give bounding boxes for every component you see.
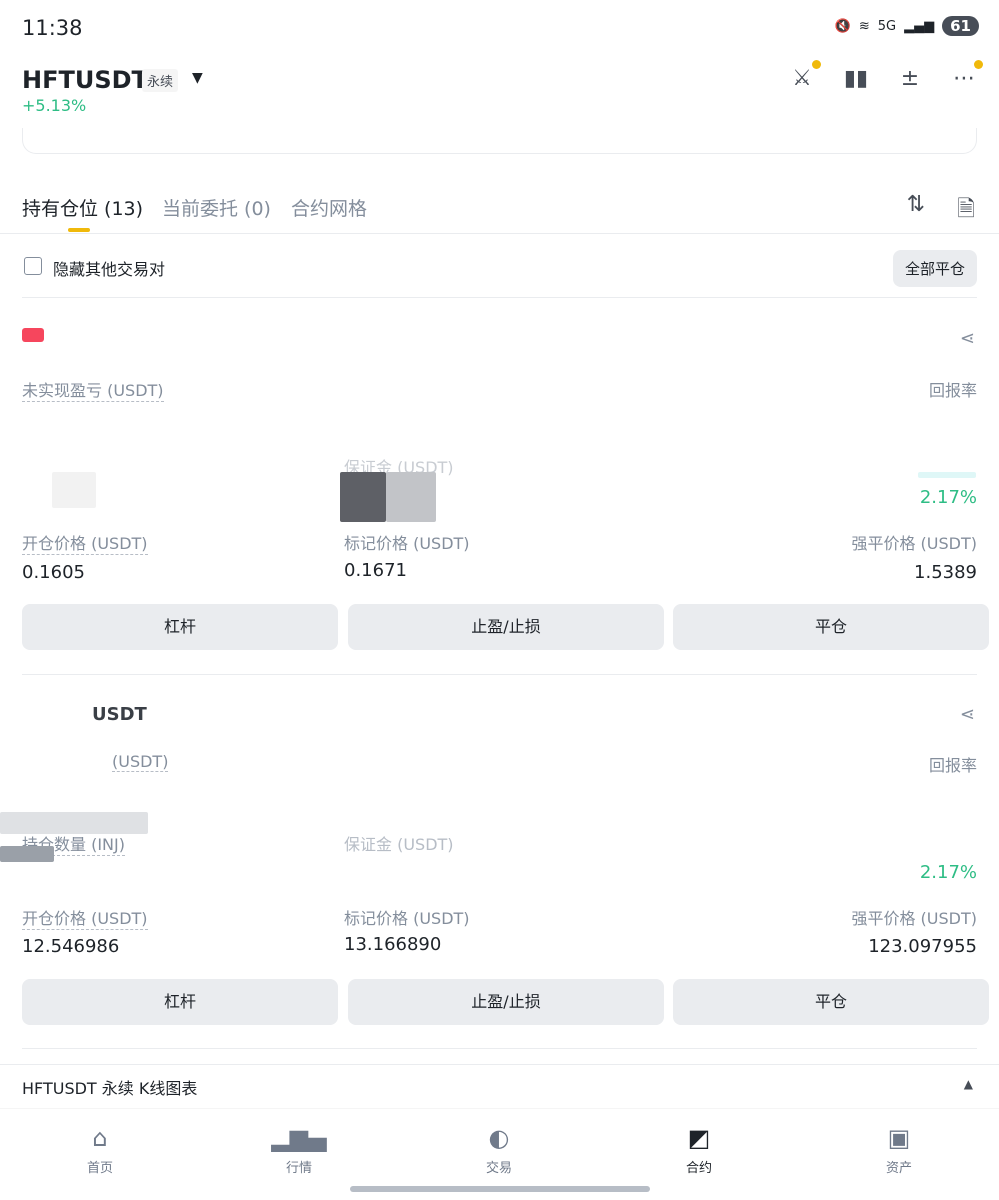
liq-price-value: 123.097955 <box>868 936 977 957</box>
nav-label: 合约 <box>685 1161 712 1176</box>
wallet-icon: ▣ <box>887 1124 911 1152</box>
unrealized-pnl-label[interactable]: 未实现盈亏 (USDT) <box>22 377 164 402</box>
mark-price-label: 标记价格 (USDT) <box>344 534 470 553</box>
tab-grid[interactable]: 合约网格 <box>291 194 367 221</box>
kline-chart-label: HFTUSDT 永续 K线图表 <box>22 1079 198 1098</box>
kline-chart-bar[interactable]: HFTUSDT 永续 K线图表 ▲ <box>0 1064 999 1108</box>
entry-price-label[interactable]: 开仓价格 (USDT) <box>22 905 148 930</box>
home-icon: ⌂ <box>92 1124 108 1152</box>
order-panel-edge <box>22 128 977 154</box>
close-position-button[interactable]: 平仓 <box>673 979 989 1025</box>
symbol-dropdown-icon[interactable]: ▼ <box>192 70 203 86</box>
position-symbol[interactable] <box>22 324 52 345</box>
divider <box>22 1048 977 1049</box>
nav-home[interactable]: ⌂ 首页 <box>50 1123 150 1176</box>
entry-price-value: 12.546986 <box>22 936 120 957</box>
notification-dot <box>812 60 821 69</box>
mark-price-value: 13.166890 <box>344 934 442 955</box>
home-indicator[interactable] <box>350 1186 650 1192</box>
candlestick-icon[interactable]: ▮▮ <box>843 66 869 92</box>
wifi-icon: ≋ <box>858 18 870 34</box>
redacted-value <box>0 846 54 862</box>
nav-trade[interactable]: ◐ 交易 <box>449 1123 549 1176</box>
liq-price-label: 强平价格 (USDT) <box>851 909 977 928</box>
more-icon[interactable]: ⋯ <box>951 60 983 92</box>
divider <box>22 297 977 298</box>
hide-other-pairs-checkbox[interactable] <box>24 257 42 275</box>
close-all-button[interactable]: 全部平仓 <box>892 250 977 287</box>
active-tab-indicator <box>68 228 90 232</box>
redacted-value <box>386 472 436 522</box>
futures-icon: ◩ <box>687 1124 711 1152</box>
plus-minus-icon[interactable]: ± <box>897 66 923 92</box>
nav-label: 交易 <box>485 1161 512 1176</box>
contract-type-badge: 永续 <box>142 69 179 92</box>
share-icon[interactable]: ⋖ <box>960 328 975 349</box>
tab-open-orders[interactable]: 当前委托 (0) <box>162 194 271 221</box>
redacted-value <box>340 472 386 522</box>
status-icons: 🔇 ≋ 5G ▂▄▆ 61 <box>835 16 979 36</box>
roe-value: 2.17% <box>919 487 977 508</box>
unrealized-pnl-label[interactable]: (USDT) <box>112 752 169 772</box>
roe-label: 回报率 <box>928 756 977 775</box>
trade-icon: ◐ <box>488 1124 510 1152</box>
nav-futures[interactable]: ◩ 合约 <box>649 1123 749 1176</box>
battery-indicator: 61 <box>942 16 979 36</box>
leverage-button[interactable]: 杠杆 <box>22 979 338 1025</box>
nav-label: 首页 <box>86 1161 113 1176</box>
network-label: 5G <box>877 18 897 34</box>
leverage-button[interactable]: 杠杆 <box>22 604 338 650</box>
crossed-swords-icon[interactable]: ⚔ <box>789 60 821 92</box>
signal-icon: ▂▄▆ <box>904 18 935 34</box>
redacted-value <box>52 472 96 508</box>
divider <box>22 674 977 675</box>
roe-value: 2.17% <box>919 862 977 883</box>
status-time: 11:38 <box>22 16 83 40</box>
tpsl-button[interactable]: 止盈/止损 <box>348 604 664 650</box>
header-actions: ⚔ ▮▮ ± ⋯ <box>789 60 983 92</box>
liq-price-value: 1.5389 <box>914 562 977 583</box>
history-icon[interactable]: 🗎 <box>957 192 975 230</box>
sort-icon[interactable]: ⇅ <box>907 192 925 217</box>
nav-label: 行情 <box>285 1161 312 1176</box>
notification-dot <box>974 60 983 69</box>
price-change: +5.13% <box>22 96 87 115</box>
filter-row: 隐藏其他交易对 全部平仓 <box>0 248 999 288</box>
chevron-up-icon[interactable]: ▲ <box>964 1077 973 1091</box>
nav-assets[interactable]: ▣ 资产 <box>849 1123 949 1176</box>
mark-price-label: 标记价格 (USDT) <box>344 909 470 928</box>
redacted-value <box>918 472 976 478</box>
nav-markets[interactable]: ▂▆▄ 行情 <box>249 1123 349 1176</box>
roe-label: 回报率 <box>928 381 977 400</box>
entry-price-value: 0.1605 <box>22 562 85 583</box>
liq-price-label: 强平价格 (USDT) <box>851 534 977 553</box>
mark-price-value: 0.1671 <box>344 560 407 581</box>
symbol-title[interactable]: HFTUSDT <box>22 66 148 94</box>
position-symbol[interactable]: USDT <box>92 704 147 725</box>
hide-other-pairs-label: 隐藏其他交易对 <box>53 260 166 279</box>
tpsl-button[interactable]: 止盈/止损 <box>348 979 664 1025</box>
tab-positions[interactable]: 持有仓位 (13) <box>22 194 143 221</box>
markets-icon: ▂▆▄ <box>271 1124 327 1152</box>
status-bar: 11:38 🔇 ≋ 5G ▂▄▆ 61 <box>0 0 999 58</box>
entry-price-label[interactable]: 开仓价格 (USDT) <box>22 530 148 555</box>
short-side-marker <box>22 328 44 342</box>
nav-label: 资产 <box>885 1161 912 1176</box>
header: HFTUSDT 永续 ▼ +5.13% ⚔ ▮▮ ± ⋯ <box>0 58 999 128</box>
position-tabs: 持有仓位 (13) 当前委托 (0) 合约网格 ⇅ 🗎 <box>0 184 999 234</box>
share-icon[interactable]: ⋖ <box>960 704 975 725</box>
mute-icon: 🔇 <box>834 18 851 34</box>
close-position-button[interactable]: 平仓 <box>673 604 989 650</box>
margin-label: 保证金 (USDT) <box>344 835 454 854</box>
